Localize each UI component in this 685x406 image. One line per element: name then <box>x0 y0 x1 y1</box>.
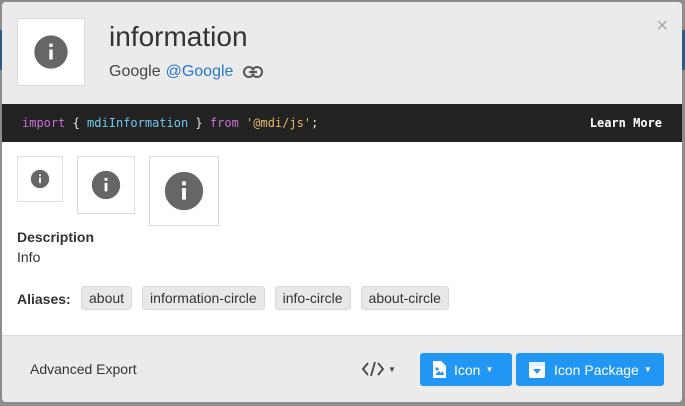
file-image-icon <box>432 361 446 378</box>
alias-chip[interactable]: about-circle <box>360 286 449 310</box>
icon-detail-modal: information Google @Google × import { md… <box>2 2 682 402</box>
description-label: Description <box>17 229 95 245</box>
download-icon-package-button[interactable]: Icon Package ▼ <box>516 353 664 386</box>
learn-more-link[interactable]: Learn More <box>590 116 662 130</box>
code-identifier: mdiInformation <box>87 116 189 130</box>
information-icon <box>164 171 204 211</box>
icon-title: information <box>109 21 248 52</box>
import-snippet[interactable]: import { mdiInformation } from '@mdi/js'… <box>22 116 318 130</box>
modal-footer: Advanced Export ▼ Icon ▼ Icon Package ▼ <box>2 335 682 402</box>
chevron-down-icon: ▼ <box>485 365 494 374</box>
icon-size-large <box>149 156 219 226</box>
import-code-bar: import { mdiInformation } from '@mdi/js'… <box>2 104 682 142</box>
icon-size-small <box>17 156 63 202</box>
description-value: Info <box>17 249 41 265</box>
chevron-down-icon: ▼ <box>388 364 396 374</box>
alias-chip[interactable]: information-circle <box>142 286 265 310</box>
aliases-label: Aliases: <box>17 291 71 307</box>
code-keyword-from: from <box>209 116 239 130</box>
download-icon-button[interactable]: Icon ▼ <box>420 353 512 386</box>
chevron-down-icon: ▼ <box>643 365 652 374</box>
code-module: '@mdi/js' <box>246 116 312 130</box>
modal-header: information Google @Google × <box>2 2 682 104</box>
code-brace-open: { <box>65 116 88 130</box>
code-brace-close: } <box>188 116 210 130</box>
author-link[interactable]: @Google <box>166 63 234 81</box>
advanced-export-button[interactable]: Advanced Export <box>30 361 137 377</box>
author-name: Google <box>109 63 161 80</box>
alias-chip[interactable]: about <box>81 286 133 310</box>
information-icon <box>34 35 68 69</box>
information-icon <box>30 169 50 189</box>
author-line: Google @Google <box>109 63 264 81</box>
code-dropdown-button[interactable]: ▼ <box>354 353 404 385</box>
aliases-list: about information-circle info-circle abo… <box>81 286 459 310</box>
link-icon[interactable] <box>243 65 264 79</box>
package-down-icon <box>528 361 546 379</box>
alias-chip[interactable]: info-circle <box>274 286 351 310</box>
code-semicolon: ; <box>311 116 319 130</box>
close-button[interactable]: × <box>656 16 668 36</box>
code-tags-icon <box>362 361 385 377</box>
download-icon-package-label: Icon Package <box>554 361 639 378</box>
icon-preview <box>17 18 85 86</box>
download-icon-label: Icon <box>454 361 481 378</box>
information-icon <box>91 170 121 200</box>
code-keyword-import: import <box>22 116 66 130</box>
icon-size-medium <box>77 156 135 214</box>
